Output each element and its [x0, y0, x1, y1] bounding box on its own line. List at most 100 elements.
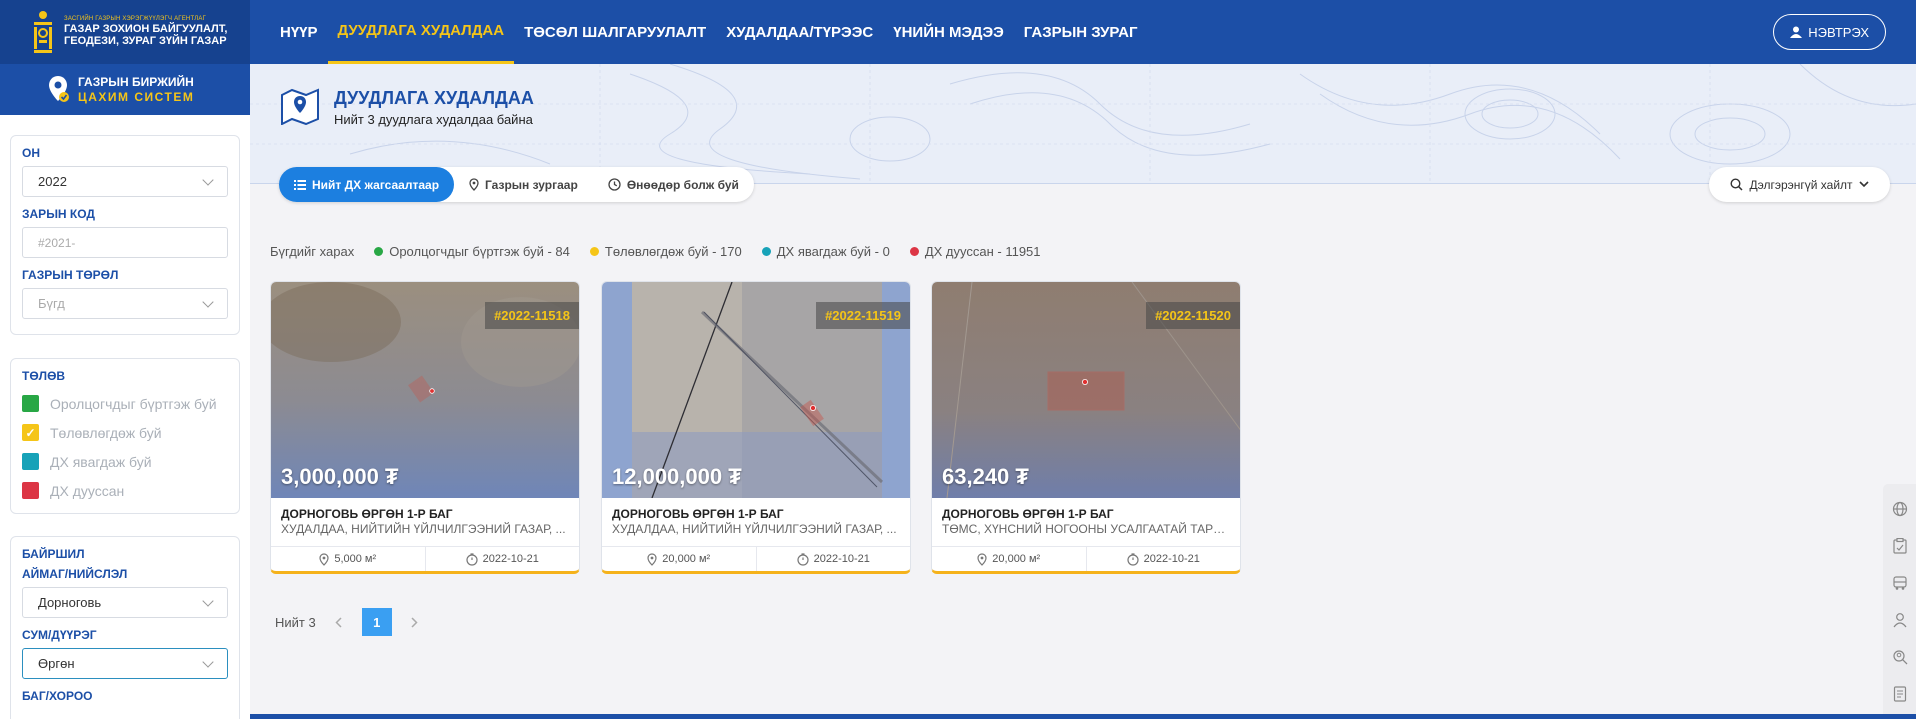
auction-id-badge: #2022-11518 [485, 302, 579, 329]
chevron-down-icon [202, 295, 214, 308]
legend-all[interactable]: Бүгдийг харах [270, 244, 354, 259]
year-select[interactable]: 2022 [22, 166, 228, 197]
filter-sidebar: ОН 2022 ЗАРЫН КОД #2021- ГАЗРЫН ТӨРӨЛ Бү… [0, 115, 250, 719]
advanced-search-button[interactable]: Дэлгэрэнгүй хайлт [1709, 167, 1890, 202]
user-search-icon[interactable] [1890, 647, 1910, 667]
location-label: БАЙРШИЛ [22, 547, 85, 561]
auction-price: 12,000,000 ₮ [612, 464, 742, 489]
auction-card[interactable]: #2022-11519 12,000,000 ₮ ДОРНОГОВЬ ӨРГӨН… [601, 281, 911, 574]
land-type-value: Бүгд [38, 296, 65, 311]
legend-finished[interactable]: ДХ дууссан - 11951 [909, 244, 1041, 259]
agency-name-line2: ГЕОДЕЗИ, ЗУРАГ ЗҮЙН ГАЗАР [64, 35, 227, 48]
next-page-button[interactable] [400, 608, 430, 636]
system-brand[interactable]: ГАЗРЫН БИРЖИЙН ЦАХИМ СИСТЕМ [0, 64, 250, 115]
land-type-select[interactable]: Бүгд [22, 288, 228, 319]
sum-select[interactable]: Өргөн [22, 648, 228, 679]
system-name-line2: ЦАХИМ СИСТЕМ [78, 89, 195, 104]
card-footer: 20,000 м² 2022-10-21 [602, 546, 910, 571]
legend-planned[interactable]: Төлөвлөгдөж буй - 170 [589, 244, 742, 259]
aimag-select[interactable]: Дорноговь [22, 587, 228, 618]
view-tabs: Нийт ДХ жагсаалтаар Газрын зургаар Өнөөд… [279, 167, 754, 202]
globe-icon[interactable] [1890, 499, 1910, 519]
aimag-label: АЙМАГ/НИЙСЛЭЛ [22, 567, 128, 581]
location-check-icon [49, 75, 69, 102]
parcel-area: 20,000 м² [992, 553, 1041, 565]
login-button[interactable]: НЭВТРЭХ [1773, 14, 1886, 50]
map-location-icon [281, 88, 319, 125]
map-pin-icon [469, 178, 479, 191]
nav-map[interactable]: ГАЗРЫН ЗУРАГ [1014, 0, 1148, 64]
bus-icon[interactable] [1890, 573, 1910, 593]
stopwatch-icon [1127, 552, 1139, 566]
status-checkbox[interactable] [22, 482, 39, 499]
legend-label: Төлөвлөгдөж буй - 170 [604, 244, 742, 259]
bag-label: БАГ/ХОРОО [22, 689, 93, 703]
status-legend: Бүгдийг харах Оролцогчдыг бүртгэж буй - … [270, 244, 1061, 259]
chevron-down-icon [202, 173, 214, 186]
status-label: ТӨЛӨВ [22, 369, 66, 383]
tab-label: Өнөөдөр болж буй [626, 177, 739, 192]
parcel-area: 5,000 м² [334, 553, 377, 565]
page-number[interactable]: 1 [361, 608, 392, 636]
legend-registering[interactable]: Оролцогчдыг бүртгэж буй - 84 [374, 244, 570, 259]
main-nav: НҮҮР ДУУДЛАГА ХУДАЛДАА ТӨСӨЛ ШАЛГАРУУЛАЛ… [270, 0, 1147, 64]
status-registering[interactable]: Оролцогчдыг бүртгэж буй [22, 389, 228, 418]
code-input[interactable]: #2021- [22, 227, 228, 258]
status-finished[interactable]: ДХ дууссан [22, 476, 228, 505]
sum-label: СУМ/ДҮҮРЭГ [22, 628, 97, 642]
clock-icon [608, 178, 621, 191]
auction-date: 2022-10-21 [482, 553, 539, 565]
nav-sale-rent[interactable]: ХУДАЛДАА/ТҮРЭЭС [716, 0, 883, 64]
legend-ongoing[interactable]: ДХ явагдаж буй - 0 [761, 244, 890, 259]
status-ongoing[interactable]: ДХ явагдаж буй [22, 447, 228, 476]
parcel-location: ДОРНОГОВЬ ӨРГӨН 1-Р БАГ [942, 507, 1114, 521]
code-placeholder: #2021- [38, 235, 76, 250]
status-checkbox[interactable] [22, 453, 39, 470]
auction-card[interactable]: #2022-11518 3,000,000 ₮ ДОРНОГОВЬ ӨРГӨН … [270, 281, 580, 574]
footer-strip [250, 714, 1916, 719]
red-dot-icon [909, 247, 919, 256]
tab-label: Газрын зургаар [485, 177, 578, 192]
document-icon[interactable] [1890, 684, 1910, 704]
nav-home[interactable]: НҮҮР [270, 0, 328, 64]
status-checkbox[interactable] [22, 395, 39, 412]
sum-value: Өргөн [38, 656, 75, 671]
status-filter-panel: ТӨЛӨВ Оролцогчдыг бүртгэж буй ✓ Төлөвлөг… [10, 358, 240, 514]
chevron-down-icon [202, 594, 214, 607]
soyombo-emblem-icon [34, 11, 52, 53]
user-icon[interactable] [1890, 610, 1910, 630]
parcel-image: #2022-11518 3,000,000 ₮ [271, 282, 579, 498]
legend-label: Оролцогчдыг бүртгэж буй - 84 [389, 244, 570, 259]
status-label-text: ДХ дууссан [50, 482, 125, 499]
tab-today[interactable]: Өнөөдөр болж буй [593, 167, 754, 202]
map-pin-icon [977, 552, 987, 566]
login-label: НЭВТРЭХ [1808, 24, 1869, 40]
side-toolbar [1883, 484, 1916, 719]
tab-list-view[interactable]: Нийт ДХ жагсаалтаар [279, 167, 455, 202]
green-dot-icon [374, 247, 384, 256]
auction-card[interactable]: #2022-11520 63,240 ₮ ДОРНОГОВЬ ӨРГӨН 1-Р… [931, 281, 1241, 574]
nav-price-info[interactable]: ҮНИЙН МЭДЭЭ [883, 0, 1014, 64]
nav-project-selection[interactable]: ТӨСӨЛ ШАЛГАРУУЛАЛТ [514, 0, 716, 64]
year-label: ОН [22, 146, 40, 160]
nav-auctions[interactable]: ДУУДЛАГА ХУДАЛДАА [327, 0, 515, 64]
clipboard-icon[interactable] [1890, 536, 1910, 556]
status-planned[interactable]: ✓ Төлөвлөгдөж буй [22, 418, 228, 447]
parcel-location: ДОРНОГОВЬ ӨРГӨН 1-Р БАГ [612, 507, 784, 521]
user-icon [1790, 26, 1803, 38]
chevron-down-icon [1858, 181, 1869, 188]
status-label-text: Төлөвлөгдөж буй [50, 424, 162, 441]
prev-page-button[interactable] [324, 608, 354, 636]
agency-logo[interactable]: ЗАСГИЙН ГАЗРЫН ХЭРЭГЖҮҮЛЭГЧ АГЕНТЛАГ ГАЗ… [0, 0, 250, 64]
parcel-purpose: ХУДАЛДАА, НИЙТИЙН ҮЙЛЧИЛГЭЭНИЙ ГАЗАР, ..… [612, 522, 897, 536]
status-checkbox-checked[interactable]: ✓ [22, 424, 39, 441]
auction-id-badge: #2022-11520 [1146, 302, 1240, 329]
status-label-text: Оролцогчдыг бүртгэж буй [50, 395, 217, 412]
year-value: 2022 [38, 174, 67, 189]
tab-map-view[interactable]: Газрын зургаар [454, 167, 593, 202]
page-banner: ДУУДЛАГА ХУДАЛДАА Нийт 3 дуудлага худалд… [250, 64, 1916, 184]
parcel-image: #2022-11519 12,000,000 ₮ [602, 282, 910, 498]
legend-label: ДХ дууссан - 11951 [924, 244, 1041, 259]
chevron-right-icon [411, 616, 418, 628]
code-label: ЗАРЫН КОД [22, 207, 95, 221]
